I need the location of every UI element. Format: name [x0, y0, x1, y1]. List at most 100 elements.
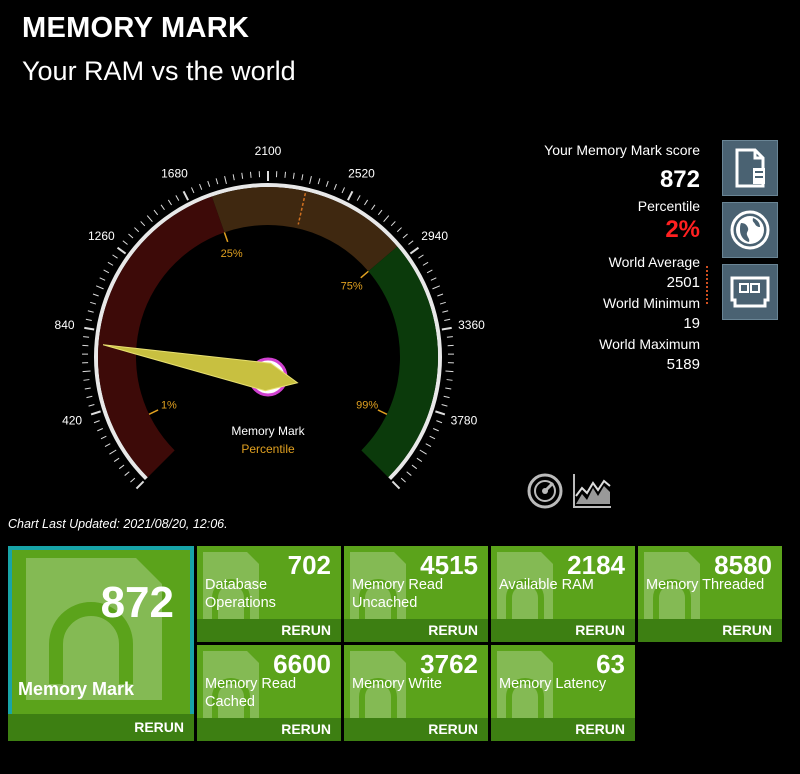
result-tile[interactable]: 702 Database Operations RERUN	[197, 546, 341, 642]
tile-label: Available RAM	[499, 576, 594, 594]
gauge-tick	[347, 190, 354, 201]
gauge-tick	[432, 428, 439, 432]
gauge-tick	[437, 293, 444, 297]
gauge-tick	[430, 277, 437, 281]
percentile-marker	[360, 270, 369, 279]
memory-mark-rerun-button[interactable]: RERUN	[8, 714, 194, 741]
gauge-tick	[118, 464, 125, 470]
gauge-center-sublabel: Percentile	[241, 442, 295, 456]
tile-label: Memory Threaded	[646, 576, 764, 594]
gauge-tick	[92, 293, 99, 297]
gauge-tick	[135, 480, 145, 490]
tile-label-line1: Memory Read	[352, 577, 444, 593]
memory-mark-tile[interactable]: 872 Memory Mark RERUN	[8, 546, 194, 741]
gauge-tick	[116, 246, 127, 255]
gauge-tick	[333, 183, 337, 190]
result-tile[interactable]: 2184 Available RAM RERUN	[491, 546, 635, 642]
gauge-tick	[84, 326, 95, 331]
document-icon[interactable]	[722, 140, 778, 196]
gauge-tick	[341, 187, 345, 194]
gauge-tick	[377, 209, 383, 216]
gauge-tick	[128, 233, 134, 239]
gauge-tick	[232, 174, 235, 181]
score-panel: Your Memory Mark score 872 Percentile 2%…	[450, 140, 700, 375]
rerun-button[interactable]: RERUN	[344, 718, 488, 741]
gauge-center-label: Memory Mark	[231, 424, 305, 438]
tile-label-line2: Cached	[205, 694, 255, 710]
gauge-tick-label: 1680	[161, 166, 188, 180]
gauge-tick	[182, 190, 189, 201]
gauge-band	[361, 246, 438, 478]
gauge-tick	[356, 195, 361, 201]
result-tile[interactable]: 6600 Memory Read Cached RERUN	[197, 645, 341, 741]
gauge-tick	[446, 379, 453, 381]
gauge-tick	[153, 209, 159, 216]
memory-card-icon[interactable]	[722, 264, 778, 320]
percentile-label: 1%	[161, 400, 177, 412]
gauge-tick	[167, 199, 172, 206]
gauge-tick	[83, 336, 90, 338]
chart-updated-text: Chart Last Updated: 2021/08/20, 12:06.	[8, 517, 228, 531]
rerun-button[interactable]: RERUN	[638, 619, 782, 642]
tile-label-line1: Database	[205, 577, 268, 593]
gauge-tick	[95, 285, 104, 290]
gauge-tick	[409, 246, 420, 255]
tile-label-line2: Memory Latency	[499, 676, 607, 692]
rerun-button[interactable]: RERUN	[491, 619, 635, 642]
tile-label-line1: Memory Read	[205, 676, 297, 692]
gauge-tick	[411, 464, 418, 470]
gauge-tick	[160, 204, 165, 211]
tile-label: Memory Read Cached	[205, 675, 296, 711]
gauge-tick	[425, 443, 432, 448]
tile-label-line2: Memory Write	[352, 676, 442, 692]
world-maximum-value: 5189	[666, 356, 700, 373]
world-average-value: 2501	[666, 274, 700, 291]
gauge-tick	[383, 215, 390, 222]
gauge-tick	[436, 420, 443, 424]
gauge-tick	[406, 471, 412, 476]
rerun-button[interactable]: RERUN	[344, 619, 488, 642]
tile-label: Memory Latency	[499, 675, 606, 693]
line-chart-icon[interactable]	[572, 472, 612, 510]
gauge-tick	[371, 204, 376, 211]
gauge-tick	[124, 471, 130, 476]
gauge-tick	[88, 404, 95, 407]
rerun-button[interactable]: RERUN	[197, 619, 341, 642]
gauge-tick	[109, 449, 117, 455]
gauge-tick	[199, 183, 203, 190]
tile-label: Database Operations	[205, 576, 276, 612]
speedometer-icon[interactable]	[526, 472, 564, 510]
result-tile[interactable]: 4515 Memory Read Uncached RERUN	[344, 546, 488, 642]
gauge-tick	[390, 221, 396, 227]
gauge-tick	[432, 285, 441, 290]
globe-icon[interactable]	[722, 202, 778, 258]
gauge-tick	[391, 480, 401, 490]
gauge-tick-label: 1260	[88, 229, 115, 243]
gauge-tick-label: 420	[62, 414, 82, 428]
world-maximum-label: World Maximum	[599, 336, 700, 352]
gauge-tick	[419, 449, 427, 455]
gauge-tick	[215, 178, 219, 185]
score-value: 872	[659, 166, 700, 193]
gauge-tick	[191, 187, 195, 194]
gauge-tick	[445, 387, 452, 390]
gauge-tick	[207, 180, 211, 187]
gauge-tick	[84, 387, 91, 390]
result-tile[interactable]: 8580 Memory Threaded RERUN	[638, 546, 782, 642]
gauge-tick	[97, 428, 104, 432]
result-tile[interactable]: 63 Memory Latency RERUN	[491, 645, 635, 741]
tile-label-line2: Uncached	[352, 595, 418, 611]
gauge-tick-label: 2520	[348, 166, 375, 180]
result-tile[interactable]: 3762 Memory Write RERUN	[344, 645, 488, 741]
gauge-tick	[87, 310, 94, 313]
gauge-tick	[439, 301, 446, 305]
gauge-tick	[418, 254, 424, 259]
gauge-tick	[429, 435, 436, 440]
rerun-button[interactable]: RERUN	[491, 718, 635, 741]
rerun-button[interactable]: RERUN	[197, 718, 341, 741]
memory-mark-label: Memory Mark	[18, 679, 135, 699]
gauge-tick	[309, 176, 312, 185]
gauge-tick	[224, 176, 227, 185]
gauge-tick	[241, 172, 244, 179]
world-minimum-label: World Minimum	[603, 295, 700, 311]
